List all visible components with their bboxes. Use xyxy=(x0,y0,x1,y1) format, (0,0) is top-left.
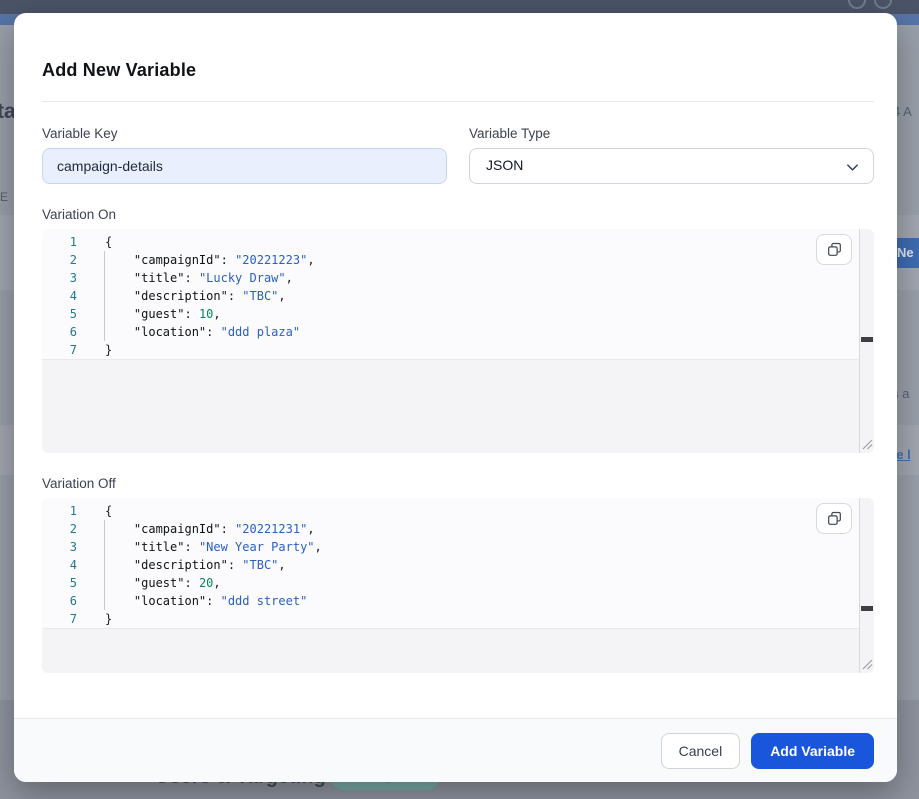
line-number: 4 xyxy=(42,287,77,305)
background-navbar xyxy=(0,0,919,14)
code-line[interactable]: 2 "campaignId": "20221223", xyxy=(42,251,860,269)
line-number: 2 xyxy=(42,520,77,538)
variable-key-field-group: Variable Key xyxy=(42,126,447,184)
code-line[interactable]: 1{ xyxy=(42,502,860,520)
variable-key-input[interactable] xyxy=(42,148,447,184)
copy-icon xyxy=(827,511,842,526)
variation-off-editor[interactable]: 1{2 "campaignId": "20221231",3 "title": … xyxy=(42,498,874,673)
line-number: 5 xyxy=(42,574,77,592)
background-text-fragment: E xyxy=(0,190,8,204)
navbar-avatar-icon xyxy=(874,0,892,9)
line-number: 5 xyxy=(42,305,77,323)
code-line[interactable]: 4 "description": "TBC", xyxy=(42,556,860,574)
line-number: 2 xyxy=(42,251,77,269)
line-number: 1 xyxy=(42,502,77,520)
code-line[interactable]: 5 "guest": 20, xyxy=(42,574,860,592)
line-number: 3 xyxy=(42,538,77,556)
copy-button[interactable] xyxy=(816,234,852,265)
line-number: 6 xyxy=(42,592,77,610)
code-line[interactable]: 4 "description": "TBC", xyxy=(42,287,860,305)
resize-grip-icon[interactable] xyxy=(860,657,873,670)
chevron-down-icon xyxy=(845,160,860,175)
resize-grip-icon[interactable] xyxy=(860,437,873,450)
scrollbar-track xyxy=(859,229,860,453)
variable-type-value: JSON xyxy=(486,157,523,173)
variable-type-select[interactable]: JSON xyxy=(469,148,874,184)
code-line[interactable]: 1{ xyxy=(42,233,860,251)
cancel-button[interactable]: Cancel xyxy=(661,733,741,769)
add-variable-button[interactable]: Add Variable xyxy=(751,733,874,769)
variable-type-label: Variable Type xyxy=(469,126,874,141)
code-line[interactable]: 5 "guest": 10, xyxy=(42,305,860,323)
code-content[interactable]: 1{2 "campaignId": "20221231",3 "title": … xyxy=(42,498,860,629)
scrollbar-thumb[interactable] xyxy=(861,606,873,611)
code-line[interactable]: 3 "title": "Lucky Draw", xyxy=(42,269,860,287)
modal-title: Add New Variable xyxy=(42,60,874,81)
code-line[interactable]: 2 "campaignId": "20221231", xyxy=(42,520,860,538)
scrollbar-track xyxy=(859,498,860,673)
title-divider xyxy=(42,101,874,102)
indent-guide xyxy=(104,520,105,610)
code-content[interactable]: 1{2 "campaignId": "20221223",3 "title": … xyxy=(42,229,860,360)
code-line[interactable]: 6 "location": "ddd plaza" xyxy=(42,323,860,341)
code-line[interactable]: 7} xyxy=(42,610,860,628)
code-line[interactable]: 6 "location": "ddd street" xyxy=(42,592,860,610)
modal-footer: Cancel Add Variable xyxy=(14,718,897,782)
add-variable-modal: Add New Variable Variable Key Variable T… xyxy=(14,13,897,782)
indent-guide xyxy=(104,251,105,341)
line-number: 7 xyxy=(42,610,77,628)
variation-off-label: Variation Off xyxy=(42,476,874,491)
copy-button[interactable] xyxy=(816,503,852,534)
variable-type-field-group: Variable Type JSON xyxy=(469,126,874,184)
variation-on-editor[interactable]: 1{2 "campaignId": "20221223",3 "title": … xyxy=(42,229,874,453)
line-number: 6 xyxy=(42,323,77,341)
copy-icon xyxy=(827,242,842,257)
navbar-avatar-icon xyxy=(848,0,866,9)
code-line[interactable]: 7} xyxy=(42,341,860,359)
line-number: 3 xyxy=(42,269,77,287)
line-number: 1 xyxy=(42,233,77,251)
variable-key-label: Variable Key xyxy=(42,126,447,141)
code-line[interactable]: 3 "title": "New Year Party", xyxy=(42,538,860,556)
scrollbar-thumb[interactable] xyxy=(861,337,873,342)
line-number: 7 xyxy=(42,341,77,359)
line-number: 4 xyxy=(42,556,77,574)
variation-on-label: Variation On xyxy=(42,207,874,222)
